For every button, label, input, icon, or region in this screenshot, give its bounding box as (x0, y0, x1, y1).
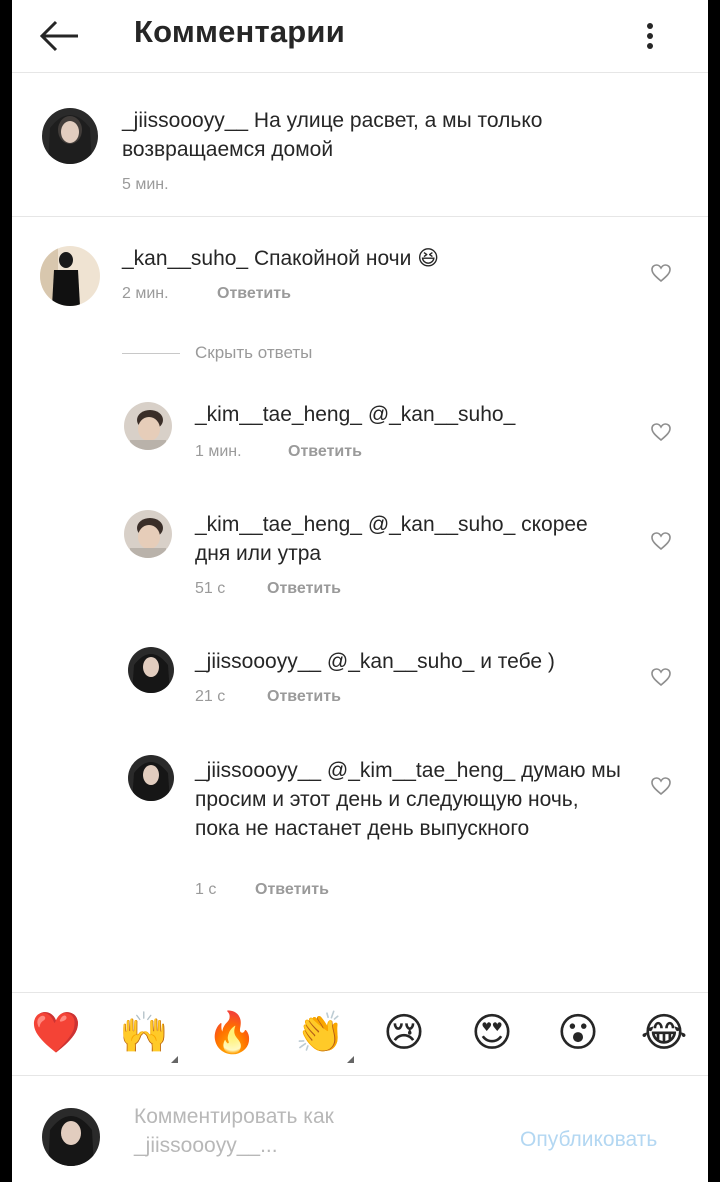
kebab-menu-icon[interactable] (640, 18, 660, 54)
heart-icon[interactable] (650, 422, 672, 442)
reply-text: и тебе ) (480, 650, 555, 673)
caption-time: 5 мин. (122, 176, 169, 193)
reply-time: 51 с (195, 580, 226, 597)
reply-username[interactable]: _jiissoooyy__ (195, 650, 321, 673)
raised-hands-emoji: 🙌 (119, 1010, 169, 1056)
skin-tone-indicator-icon (171, 1056, 178, 1063)
hide-replies-button[interactable]: Скрыть ответы (195, 343, 312, 363)
avatar[interactable] (128, 647, 174, 693)
clapping-emoji-button[interactable]: 👏 (294, 1007, 354, 1063)
heart-icon[interactable] (650, 531, 672, 551)
reply-time: 1 с (195, 881, 217, 898)
hide-replies-line (122, 353, 180, 354)
comments-screen: Комментарии _jiissoooyy__ На улице расве… (12, 0, 708, 1182)
divider (12, 216, 708, 217)
reply-username[interactable]: _kim__tae_heng_ (195, 513, 362, 536)
skin-tone-indicator-icon (347, 1056, 354, 1063)
heart-eyes-emoji-button[interactable]: 😍 (466, 1007, 518, 1059)
avatar[interactable] (40, 246, 100, 306)
reply-text-block: _jiissoooyy__ @_kan__suho_ и тебе ) (195, 647, 625, 676)
surprised-emoji-button[interactable]: 😮 (552, 1007, 604, 1059)
arrow-left-icon[interactable] (38, 18, 82, 54)
emoji-quick-bar: ❤️ 🙌 🔥 👏 😢 😍 😮 😂 (12, 992, 708, 1076)
avatar[interactable] (124, 402, 172, 450)
reply-mention[interactable]: @_kim__tae_heng_ (327, 759, 515, 782)
reply-text-block: _kim__tae_heng_ @_kan__suho_ (195, 400, 625, 429)
publish-button[interactable]: Опубликовать (520, 1128, 657, 1152)
reply-username[interactable]: _jiissoooyy__ (195, 759, 321, 782)
reply-button[interactable]: Ответить (267, 688, 341, 706)
comment-input[interactable]: Комментировать как _jiissoooyy__... (134, 1102, 424, 1160)
header: Комментарии (12, 0, 708, 73)
page-title: Комментарии (134, 14, 345, 49)
heart-icon[interactable] (650, 776, 672, 796)
reply-button[interactable]: Ответить (217, 285, 291, 303)
fire-emoji-button[interactable]: 🔥 (206, 1007, 258, 1059)
raised-hands-emoji-button[interactable]: 🙌 (118, 1007, 178, 1063)
heart-icon[interactable] (650, 263, 672, 283)
heart-emoji-button[interactable]: ❤️ (30, 1007, 82, 1059)
heart-icon[interactable] (650, 667, 672, 687)
reply-mention[interactable]: @_kan__suho_ (368, 513, 515, 536)
reply-time: 1 мин. (195, 443, 242, 460)
reply-username[interactable]: _kim__tae_heng_ (195, 403, 362, 426)
grinning-squinting-emoji: 😆 (417, 246, 440, 270)
reply-mention[interactable]: @_kan__suho_ (327, 650, 474, 673)
avatar (42, 1108, 100, 1166)
comment-time: 2 мин. (122, 285, 169, 302)
reply-text-block: _jiissoooyy__ @_kim__tae_heng_ думаю мы … (195, 756, 625, 843)
avatar[interactable] (42, 108, 98, 164)
crying-emoji-button[interactable]: 😢 (378, 1007, 430, 1059)
reply-button[interactable]: Ответить (255, 881, 329, 899)
comment-text-block: _kan__suho_ Спакойной ночи 😆 (122, 244, 622, 273)
caption-username[interactable]: _jiissoooyy__ (122, 109, 248, 132)
reply-button[interactable]: Ответить (267, 580, 341, 598)
reply-time: 21 с (195, 688, 226, 705)
reply-mention[interactable]: @_kan__suho_ (368, 403, 515, 426)
avatar[interactable] (128, 755, 174, 801)
reply-button[interactable]: Ответить (288, 443, 362, 461)
comment-text: Спакойной ночи (253, 247, 412, 270)
tears-of-joy-emoji-button[interactable]: 😂 (638, 1007, 690, 1059)
clapping-emoji: 👏 (295, 1010, 345, 1056)
avatar[interactable] (124, 510, 172, 558)
caption-text-block: _jiissoooyy__ На улице расвет, а мы толь… (122, 106, 632, 164)
comment-username[interactable]: _kan__suho_ (122, 247, 248, 270)
reply-text-block: _kim__tae_heng_ @_kan__suho_ скорее дня … (195, 510, 625, 568)
